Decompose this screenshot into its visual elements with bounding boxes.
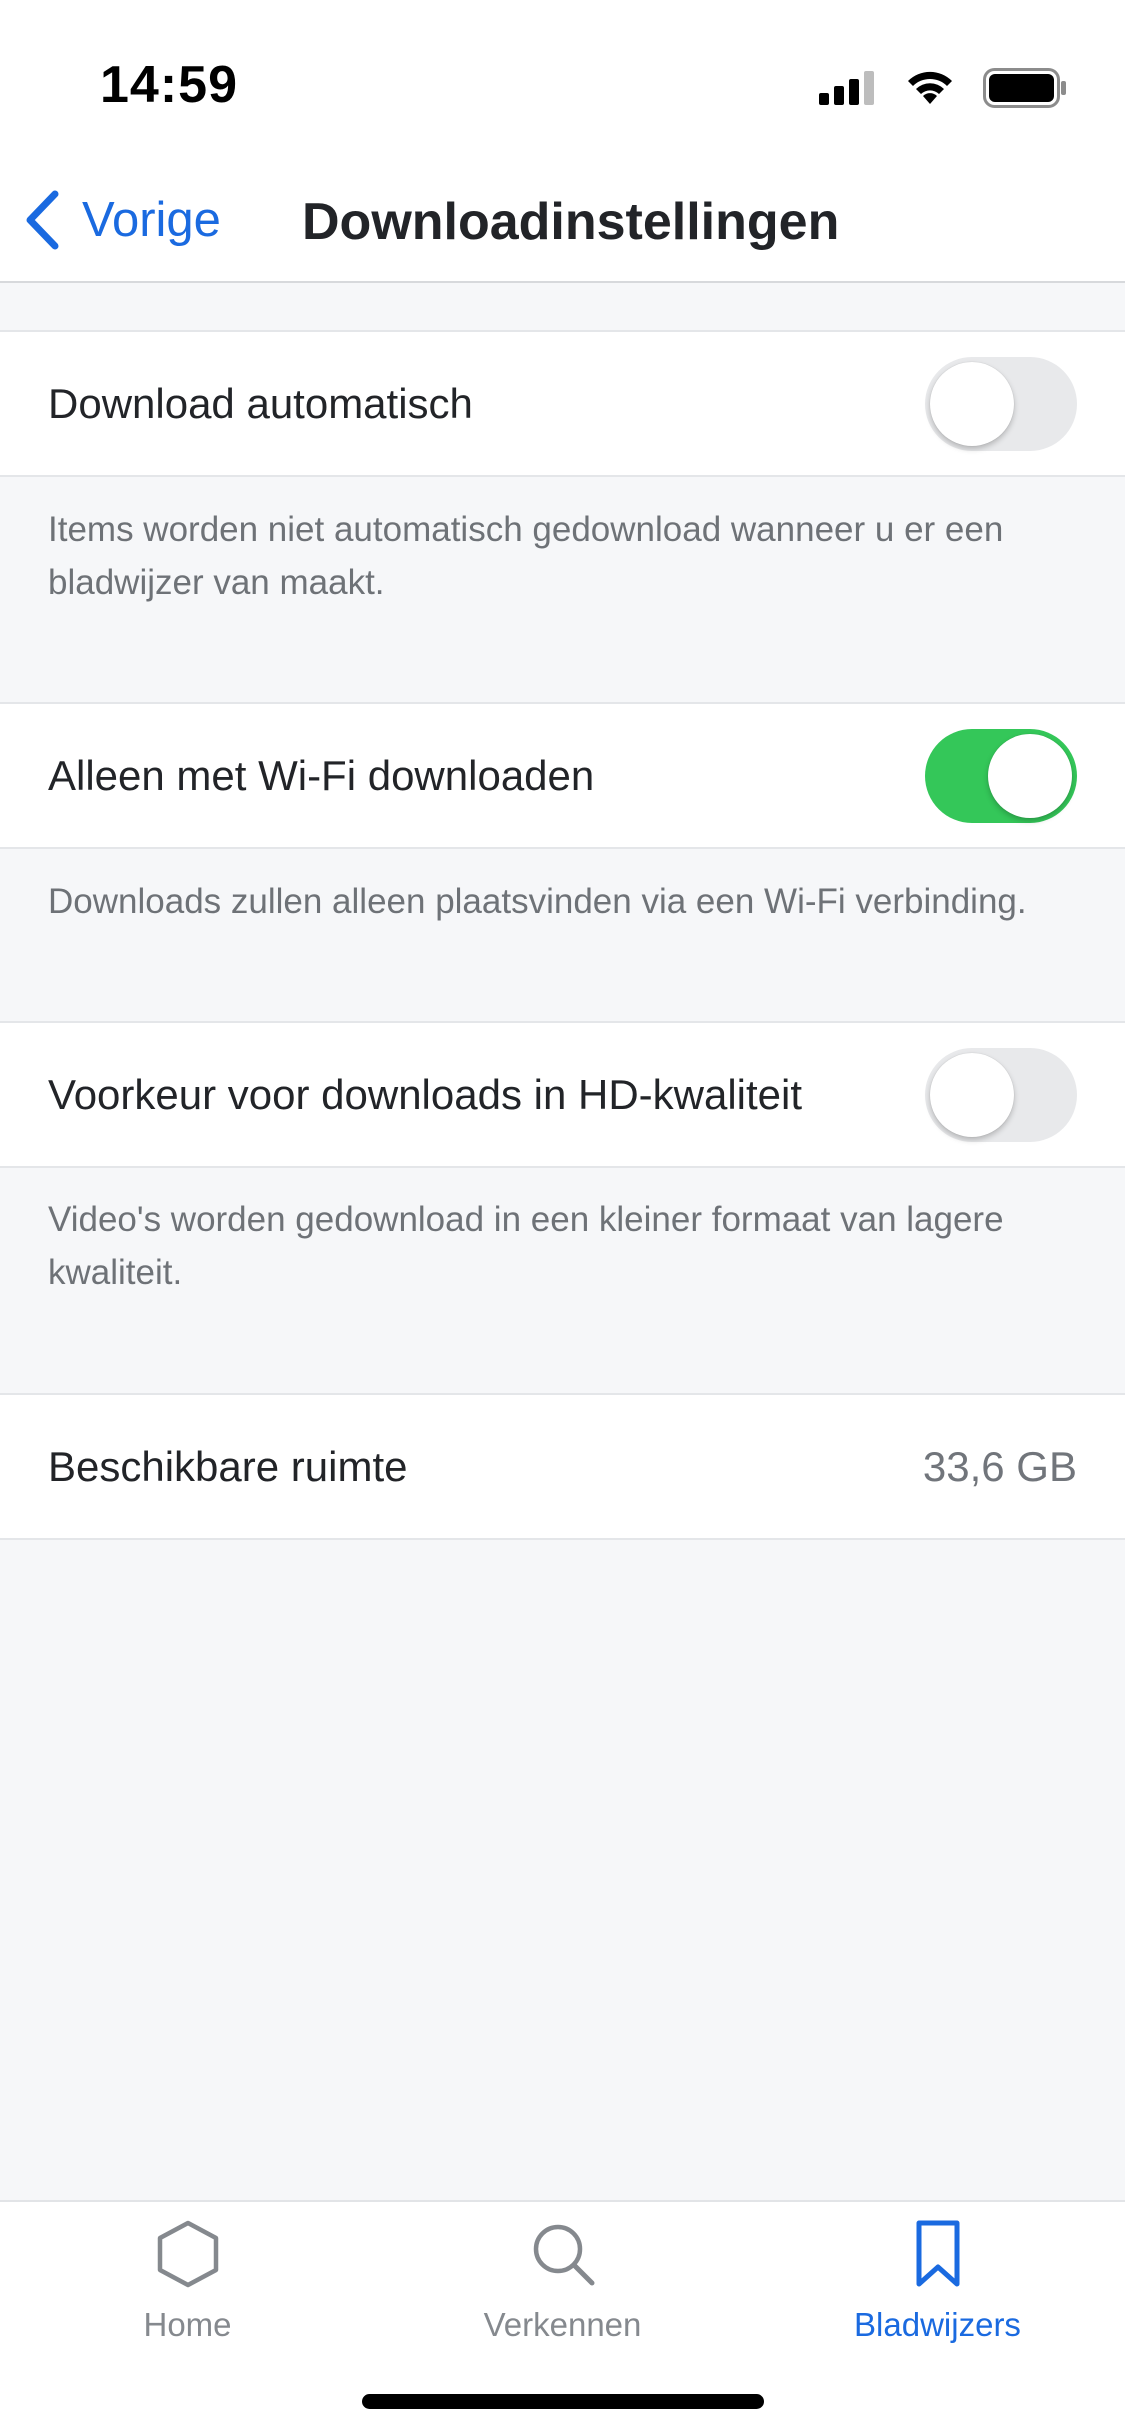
hexagon-icon [157,2220,218,2288]
setting-row-wifi-only: Alleen met Wi-Fi downloaden [0,702,1125,849]
toggle-knob [930,1053,1014,1137]
setting-description: Downloads zullen alleen plaatsvinden via… [48,882,1027,921]
tab-label: Bladwijzers [854,2306,1021,2343]
setting-row-auto-download: Download automatisch [0,330,1125,477]
wifi-only-toggle[interactable] [925,729,1077,823]
status-time: 14:59 [100,56,238,114]
tab-explore[interactable]: Verkennen [375,2212,750,2362]
status-icons [819,66,1067,110]
home-indicator [362,2394,764,2409]
auto-download-toggle[interactable] [925,357,1077,451]
nav-bar: Vorige Downloadinstellingen [0,162,1125,283]
toggle-knob [930,362,1014,446]
setting-label: Voorkeur voor downloads in HD-kwaliteit [48,1071,803,1118]
setting-description: Video's worden gedownload in een kleiner… [48,1200,1004,1292]
tab-label: Verkennen [483,2306,642,2343]
tab-label: Home [143,2306,232,2343]
tab-home[interactable]: Home [0,2212,375,2362]
battery-icon [983,68,1066,108]
chevron-left-icon [26,190,59,250]
setting-label: Download automatisch [48,380,473,427]
status-bar: 14:59 [0,0,1125,162]
tab-bookmarks[interactable]: Bladwijzers [750,2212,1125,2362]
toggle-knob [988,734,1072,818]
hd-quality-toggle[interactable] [925,1048,1077,1142]
setting-label: Alleen met Wi-Fi downloaden [48,752,595,799]
wifi-icon [908,71,952,104]
setting-row-hd-quality: Voorkeur voor downloads in HD-kwaliteit [0,1021,1125,1168]
setting-description: Items worden niet automatisch gedownload… [48,510,1004,602]
storage-label: Beschikbare ruimte [48,1443,408,1490]
cellular-signal-icon [819,71,874,105]
search-icon [533,2224,594,2286]
page-title: Downloadinstellingen [302,193,840,251]
storage-row: Beschikbare ruimte 33,6 GB [0,1393,1125,1540]
storage-value: 33,6 GB [922,1443,1077,1490]
back-label: Vorige [82,193,221,247]
bookmark-icon [916,2220,959,2287]
back-button[interactable]: Vorige [24,180,221,260]
